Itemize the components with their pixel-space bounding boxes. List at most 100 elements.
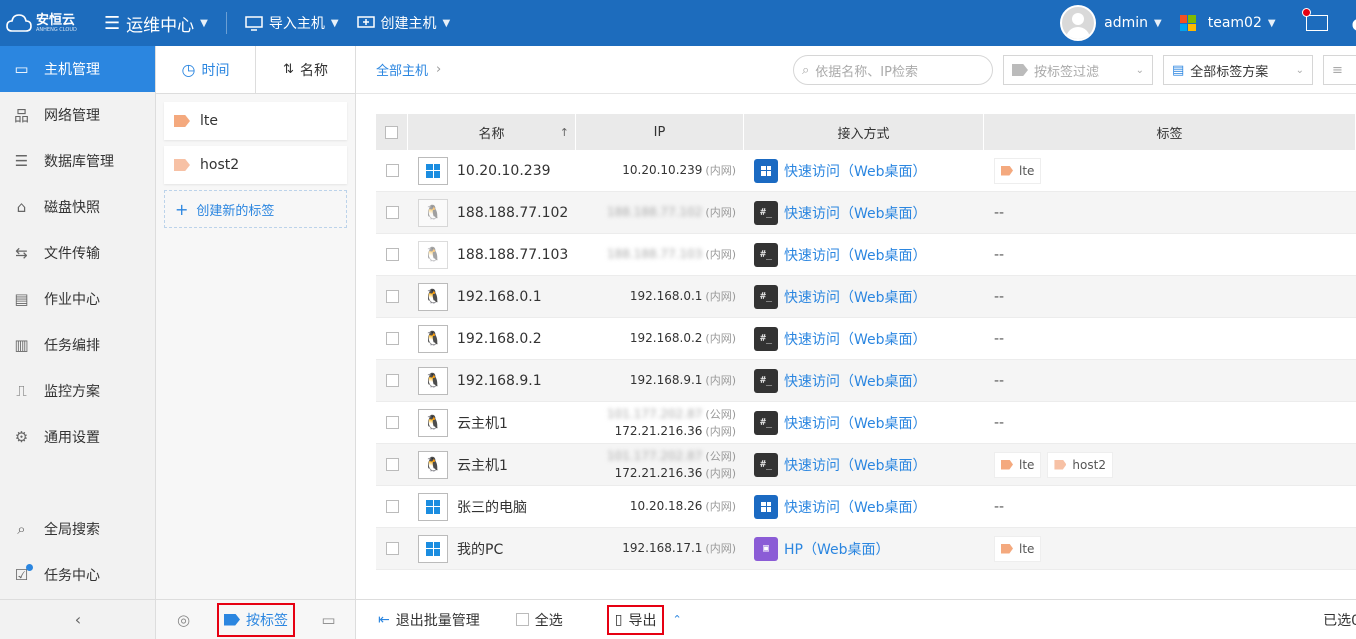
table-row[interactable]: 🐧 192.168.0.2 192.168.0.2 (内网) #_ 快速访问（Web桌面）… xyxy=(376,318,1356,360)
sidebar-item-snapshot[interactable]: ⌂ 磁盘快照 xyxy=(0,184,155,230)
folder-view-button[interactable]: ▭ xyxy=(301,600,356,639)
ip-address: 192.168.9.1 xyxy=(629,373,703,387)
search-input[interactable]: ⌕ 依据名称、IP检索 xyxy=(793,55,993,85)
row-checkbox[interactable] xyxy=(385,500,399,513)
row-checkbox[interactable] xyxy=(385,164,399,177)
row-tag[interactable]: lte xyxy=(994,535,1042,562)
table-row[interactable]: 🐧 188.188.77.102 188.188.77.102 (内网) #_ 快速访问（… xyxy=(376,192,1356,234)
file-icon: ▯ xyxy=(614,611,623,628)
sidebar-item-global-search[interactable]: ⌕ 全局搜索 xyxy=(0,506,156,552)
tag-filter-select[interactable]: 按标签过滤 ⌄ xyxy=(1003,55,1153,85)
access-link[interactable]: #_ 快速访问（Web桌面） xyxy=(744,368,984,393)
tag-scheme-select[interactable]: ▤ 全部标签方案 ⌄ xyxy=(1163,55,1313,85)
tag-panel: ◷ 时间 ⇅ 名称 lte host2 + 创建新的标签 ◎ 按标签 ▭ xyxy=(156,46,356,639)
access-link[interactable]: #_ 快速访问（Web桌面） xyxy=(744,326,984,351)
row-checkbox[interactable] xyxy=(385,416,399,429)
table-row[interactable]: 🐧 192.168.0.1 192.168.0.1 (内网) #_ 快速访问（Web桌面）… xyxy=(376,276,1356,318)
access-link[interactable]: 快速访问（Web桌面） xyxy=(744,494,984,519)
logo[interactable]: 安恒云 ANHENG CLOUD xyxy=(0,0,92,46)
host-table: 名称 ↑ IP 接入方式 标签 10.20.10.239 10.20.10.239… xyxy=(376,114,1356,570)
network-type: (公网) xyxy=(705,449,736,463)
table-row[interactable]: 🐧 云主机1 101.177.202.87 (公网) 172.21.216.36 (内网)… xyxy=(376,402,1356,444)
sidebar-item-transfer[interactable]: ⇆ 文件传输 xyxy=(0,230,155,276)
column-access-label: 接入方式 xyxy=(837,126,890,142)
tag-cell: -- xyxy=(984,415,1356,431)
select-all-option[interactable]: 全选 xyxy=(515,610,563,630)
access-link[interactable]: #_ 快速访问（Web桌面） xyxy=(744,410,984,435)
access-link[interactable]: #_ 快速访问（Web桌面） xyxy=(744,200,984,225)
sort-by-time-tab[interactable]: ◷ 时间 xyxy=(156,46,255,93)
sidebar-item-orchestration[interactable]: ▥ 任务编排 xyxy=(0,322,155,368)
sidebar-item-network[interactable]: 品 网络管理 xyxy=(0,92,155,138)
access-label: 快速访问（Web桌面） xyxy=(784,499,927,516)
host-name: 10.20.10.239 xyxy=(457,162,551,179)
chevron-down-icon: ▼ xyxy=(1154,17,1162,29)
row-checkbox[interactable] xyxy=(385,206,399,219)
breadcrumb[interactable]: 全部主机 xyxy=(376,60,428,79)
row-tag[interactable]: lte xyxy=(994,451,1042,478)
network-type: (内网) xyxy=(705,248,736,261)
main-menu[interactable]: ☰ 运维中心 ▼ xyxy=(104,11,208,36)
headset-icon[interactable]: ◖ xyxy=(1352,14,1356,33)
table-row[interactable]: 张三的电脑 10.20.18.26 (内网) 快速访问（Web桌面） -- xyxy=(376,486,1356,528)
host-os-icon: 🐧 xyxy=(418,366,448,395)
table-row[interactable]: 🐧 云主机1 101.177.202.87 (公网) 172.21.216.36 (内网)… xyxy=(376,444,1356,486)
clipboard-icon: ▤ xyxy=(14,290,29,308)
select-all-checkbox[interactable] xyxy=(515,613,529,626)
table-row[interactable]: 🐧 188.188.77.103 188.188.77.103 (内网) #_ 快速访问（… xyxy=(376,234,1356,276)
column-ip-label: IP xyxy=(653,124,666,140)
access-link[interactable]: #_ 快速访问（Web桌面） xyxy=(744,452,984,477)
create-host-menu[interactable]: 创建主机 ▼ xyxy=(356,13,450,33)
tag-icon xyxy=(224,613,240,626)
table-row[interactable]: 我的PC 192.168.17.1 (内网) ▣ HP（Web桌面） lte xyxy=(376,528,1356,570)
row-checkbox[interactable] xyxy=(385,248,399,261)
by-tag-button[interactable]: 按标签 xyxy=(217,602,295,637)
row-checkbox[interactable] xyxy=(385,290,399,303)
sidebar-item-settings[interactable]: ⚙ 通用设置 xyxy=(0,414,155,460)
sidebar-item-host[interactable]: ▭ 主机管理 xyxy=(0,46,155,92)
divider xyxy=(225,12,227,34)
access-link[interactable]: ▣ HP（Web桌面） xyxy=(744,536,984,561)
row-checkbox[interactable] xyxy=(385,374,399,387)
export-button[interactable]: ▯ 导出 xyxy=(606,604,665,635)
access-label: 快速访问（Web桌面） xyxy=(784,457,927,474)
sidebar-item-task-center[interactable]: ☑ 任务中心 xyxy=(0,552,156,598)
row-tag[interactable]: lte xyxy=(994,157,1042,184)
sort-select[interactable]: ≡ xyxy=(1323,55,1356,85)
sort-alpha-icon: ⇅ xyxy=(283,62,294,77)
chevron-up-icon[interactable]: ⌃ xyxy=(672,613,681,626)
access-link[interactable]: 快速访问（Web桌面） xyxy=(744,158,984,183)
sidebar-item-jobs[interactable]: ▤ 作业中心 xyxy=(0,276,155,322)
hp-access-icon: ▣ xyxy=(754,536,778,561)
row-checkbox[interactable] xyxy=(385,458,399,471)
create-tag-button[interactable]: + 创建新的标签 xyxy=(164,190,347,228)
exit-batch-button[interactable]: ⇤ 退出批量管理 xyxy=(378,610,480,630)
globe-view-button[interactable]: ◎ xyxy=(156,600,211,639)
tag-item-lte[interactable]: lte xyxy=(164,102,347,140)
ip-cell: 10.20.10.239 (内网) xyxy=(576,162,744,179)
row-checkbox[interactable] xyxy=(385,332,399,345)
sort-by-name-tab[interactable]: ⇅ 名称 xyxy=(255,46,355,93)
sidebar-item-monitor[interactable]: ⎍ 监控方案 xyxy=(0,368,155,414)
mail-icon[interactable] xyxy=(1301,8,1328,31)
table-header: 名称 ↑ IP 接入方式 标签 xyxy=(376,114,1356,150)
user-menu[interactable]: admin ▼ xyxy=(1104,15,1162,31)
tag-item-host2[interactable]: host2 xyxy=(164,146,347,184)
collapse-sidebar-button[interactable]: ‹ xyxy=(0,599,156,639)
table-row[interactable]: 10.20.10.239 10.20.10.239 (内网) 快速访问（Web桌面） l… xyxy=(376,150,1356,192)
access-label: 快速访问（Web桌面） xyxy=(784,373,927,390)
select-all-checkbox[interactable] xyxy=(385,125,398,139)
team-menu[interactable]: team02 ▼ xyxy=(1179,15,1276,31)
host-name: 张三的电脑 xyxy=(457,499,527,516)
row-checkbox[interactable] xyxy=(385,542,399,555)
column-name[interactable]: 名称 ↑ xyxy=(408,114,576,150)
access-link[interactable]: #_ 快速访问（Web桌面） xyxy=(744,242,984,267)
import-host-menu[interactable]: 导入主机 ▼ xyxy=(245,13,339,33)
windows-icon xyxy=(426,499,440,514)
row-tag[interactable]: host2 xyxy=(1047,451,1113,478)
column-ip: IP xyxy=(576,114,744,150)
sidebar-item-database[interactable]: ☰ 数据库管理 xyxy=(0,138,155,184)
table-row[interactable]: 🐧 192.168.9.1 192.168.9.1 (内网) #_ 快速访问（Web桌面）… xyxy=(376,360,1356,402)
avatar[interactable] xyxy=(1060,5,1097,41)
access-link[interactable]: #_ 快速访问（Web桌面） xyxy=(744,284,984,309)
